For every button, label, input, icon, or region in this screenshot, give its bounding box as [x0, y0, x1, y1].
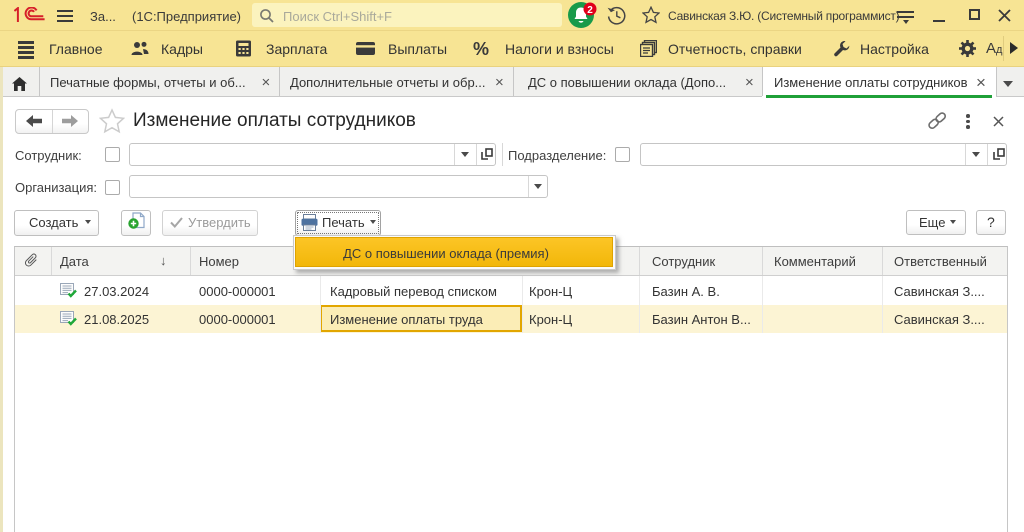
svg-text:2: 2: [587, 5, 593, 16]
